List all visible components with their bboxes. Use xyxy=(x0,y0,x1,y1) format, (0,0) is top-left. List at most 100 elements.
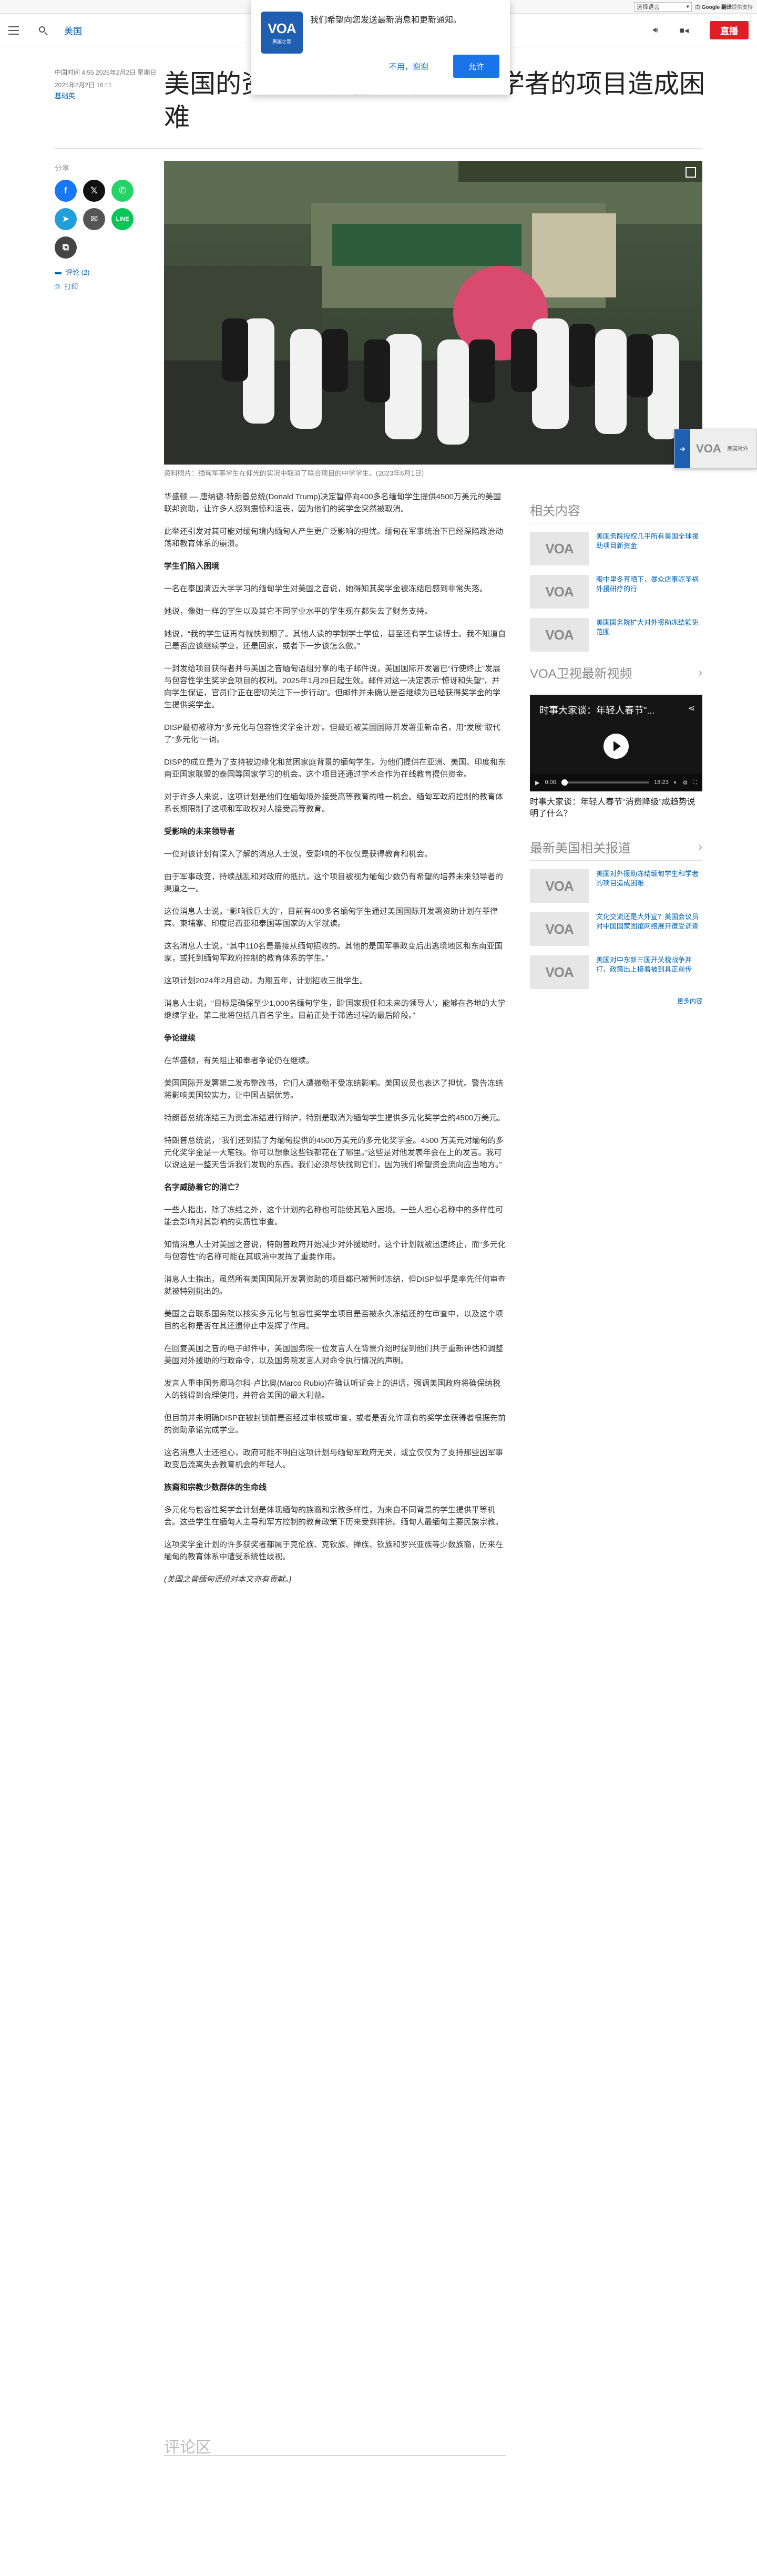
related-link[interactable]: 美国国务院扩大对外援助冻结额免范围 xyxy=(596,618,702,652)
thumbnail-image[interactable]: VOA xyxy=(530,869,589,903)
play-small-icon[interactable]: ▶ xyxy=(535,779,539,786)
notif-logo-text: VOA xyxy=(268,20,296,36)
chevron-down-icon: ▾ xyxy=(686,4,689,10)
students-photo xyxy=(164,161,702,465)
paragraph: 这项奖学金计划的许多获奖者都属于克伦族、克钦族、掸族、钦族和罗兴亚族等少数族裔，… xyxy=(164,1540,504,1561)
menu-icon[interactable] xyxy=(8,26,19,35)
print-link[interactable]: ⎙ 打印 xyxy=(55,281,139,291)
latest-item[interactable]: VOA 美国对外援助冻结缅甸学生和学者的项目造成困难 xyxy=(530,869,702,903)
related-item[interactable]: VOA 眼中里冬育晒下，暴众店事呢圣祸外援研疗的行 xyxy=(530,575,702,609)
expand-icon[interactable] xyxy=(686,167,696,178)
article-body: 华盛顿 — 唐纳德·特朗普总统(Donald Trump)决定暂停向400多名缅… xyxy=(164,491,506,1596)
section-heading: 学生们陷入困境 xyxy=(164,562,220,571)
paragraph: 这名消息人士还担心，政府可能不明白这项计划与缅甸军政府无关，或立仅仅为了支持那些… xyxy=(164,1448,504,1469)
latest-link[interactable]: 美国对外援助冻结缅甸学生和学者的项目造成困难 xyxy=(596,869,702,903)
latest-item[interactable]: VOA 美国对中东新三国开关税战争并打，政策出上接着被到具正前传 xyxy=(530,955,702,989)
video-progress-bar[interactable] xyxy=(561,779,649,786)
deny-button[interactable]: 不用，谢谢 xyxy=(389,61,428,72)
paragraph: 知情消息人士对美国之音说，特朗普政府开始减少对外援助时，这个计划就被迅速终止，而… xyxy=(164,1240,506,1261)
x-share-icon[interactable]: 𝕏 xyxy=(83,180,105,202)
section-heading: 受影响的未来领导者 xyxy=(164,827,236,836)
paragraph: 但目前并未明确DISP在被封锁前是否经过审核或审查，或者是否允许现有的奖学金获得… xyxy=(164,1414,506,1435)
arrow-right-icon[interactable]: ➜ xyxy=(674,429,690,468)
section-heading: 名字威胁着它的消亡？ xyxy=(164,1183,243,1192)
credit-brand[interactable]: Google xyxy=(702,5,720,11)
share-icon[interactable]: ⋖ xyxy=(688,703,695,714)
paragraph: 一位对该计划有深入了解的消息人士说，受影响的不仅仅是获得教育和机会。 xyxy=(164,850,433,859)
copy-link-icon[interactable]: ⧉ xyxy=(55,236,77,259)
related-item[interactable]: VOA 美国务院授权几乎所有美国全球援助项目新资金 xyxy=(530,532,702,565)
latest-heading[interactable]: 最新美国相关报道 › xyxy=(530,838,702,861)
live-button[interactable]: 直播 xyxy=(710,21,749,39)
video-player[interactable]: 时事大家谈：年轻人春节"... ⋖ ▶ 0:00 18:23 🔈︎ ⚙ ⛶ xyxy=(530,695,702,791)
video-caption-link[interactable]: 时事大家谈：年轻人春节“消费降级”成趋势说明了什么？ xyxy=(530,797,702,820)
paragraph: (美国之音缅甸语组对本文亦有贡献。) xyxy=(164,1575,292,1584)
title-divider xyxy=(55,148,702,149)
comments-link[interactable]: ▬ 评论 (2) xyxy=(55,267,139,277)
author-link[interactable]: 基础英 xyxy=(55,92,75,100)
paragraph: 她说，像她一样的学生以及其它不同学业水平的学生现在都失去了财务支持。 xyxy=(164,607,433,616)
play-icon[interactable] xyxy=(603,734,629,759)
paragraph: 消息人士指出，虽然所有美国国际开发署资助的项目都已被暂时冻结，但DISP似乎是率… xyxy=(164,1275,506,1296)
share-sidebar: 分享 f 𝕏 ✆ ➤ ✉ LINE ⧉ ▬ 评论 (2) ⎙ 打印 xyxy=(55,163,139,291)
voa-logo: VOA xyxy=(545,964,574,980)
section-link[interactable]: 美国 xyxy=(64,24,82,37)
video-icon[interactable]: ■◂ xyxy=(679,25,689,36)
thumbnail-image[interactable]: VOA xyxy=(530,532,589,565)
right-column: 相关内容 VOA 美国务院授权几乎所有美国全球援助项目新资金 VOA 眼中里冬育晒下，… xyxy=(530,500,702,1005)
paragraph: 她说，“我的学生证再有就快到期了。其他人读的学制学士学位，甚至还有学生读博士。我… xyxy=(164,630,506,651)
search-icon[interactable] xyxy=(38,25,48,36)
thumbnail-image[interactable]: VOA xyxy=(530,618,589,652)
mini-player[interactable]: ➜ VOA 美国对外 xyxy=(674,429,757,469)
notif-logo-sub: 美国之音 xyxy=(272,39,291,44)
image-caption: 资料照片：缅甸军事学生在仰光的实况中取消了联合项目的中学学生。(2023年6月1… xyxy=(164,469,424,477)
mini-player-text: 美国对外 xyxy=(727,446,748,452)
telegram-share-icon[interactable]: ➤ xyxy=(55,208,77,230)
comment-icon: ▬ xyxy=(55,268,62,276)
thumbnail-image[interactable]: VOA xyxy=(530,912,589,946)
latest-link[interactable]: 文化交流还是大外宣？美国会议员对中国国家图馆网络展开遭受调查 xyxy=(596,912,702,946)
email-share-icon[interactable]: ✉ xyxy=(83,208,105,230)
whatsapp-share-icon[interactable]: ✆ xyxy=(111,180,134,202)
fullscreen-icon[interactable]: ⛶ xyxy=(693,779,697,786)
voa-logo: VOA xyxy=(545,921,574,937)
related-heading[interactable]: 相关内容 xyxy=(530,500,702,523)
thumbnail-image[interactable]: VOA xyxy=(530,575,589,609)
paragraph: 美国之音联系国务院以核实多元化与包容性奖学金项目是否被永久冻结还的在审查中，以及… xyxy=(164,1310,504,1331)
comments-link-label: 评论 (2) xyxy=(66,269,90,276)
notification-message: 我们希望向您发送最新消息和更新通知。 xyxy=(310,16,462,25)
mini-player-logo: VOA xyxy=(696,442,721,455)
language-select[interactable]: 选择语言 ▾ xyxy=(633,2,692,12)
line-share-icon[interactable]: LINE xyxy=(111,208,134,230)
allow-button[interactable]: 允许 xyxy=(453,55,499,78)
voa-logo: VOA xyxy=(545,626,574,643)
related-link[interactable]: 美国务院授权几乎所有美国全球援助项目新资金 xyxy=(596,532,702,565)
paragraph: 此举还引发对其可能对缅甸境内缅甸人产生更广泛影响的担忧。缅甸在军事统治下已经深陷… xyxy=(164,527,504,548)
related-item[interactable]: VOA 美国国务院扩大对外援助冻结额免范围 xyxy=(530,618,702,652)
thumbnail-image[interactable]: VOA xyxy=(530,955,589,989)
comments-divider xyxy=(164,2455,506,2456)
credit-service: 翻译 xyxy=(721,5,732,11)
section-heading: 族裔和宗教少数群体的生命线 xyxy=(164,1483,267,1492)
related-link[interactable]: 眼中里冬育晒下，暴众店事呢圣祸外援研疗的行 xyxy=(596,575,702,609)
more-link[interactable]: 更多内容 xyxy=(530,996,702,1005)
settings-icon[interactable]: ⚙ xyxy=(682,779,688,786)
paragraph: 多元化与包容性奖学金计划是体现缅甸的族裔和宗教多样性，为来自不同背景的学生提供平… xyxy=(164,1506,504,1527)
latest-item[interactable]: VOA 文化交流还是大外宣？美国会议员对中国国家图馆网络展开遭受调查 xyxy=(530,912,702,946)
volume-icon[interactable]: 🔈︎ xyxy=(674,779,678,786)
chevron-right-icon: › xyxy=(698,840,702,853)
audio-icon[interactable]: 🔊︎ xyxy=(653,26,658,35)
section-heading: 争论继续 xyxy=(164,1034,196,1043)
video-heading[interactable]: VOA卫视最新视频 › xyxy=(530,663,702,686)
facebook-share-icon[interactable]: f xyxy=(55,180,77,202)
paragraph: 一些人指出，除了冻结之外，这个计划的名称也可能使其陷入困境。一些人担心名称中的多… xyxy=(164,1205,504,1227)
video-time-current: 0:00 xyxy=(545,779,556,786)
print-link-label: 打印 xyxy=(64,283,78,291)
paragraph: 一名在泰国清迈大学学习的缅甸学生对美国之音说，她得知其奖学金被冻结后感到非常失落… xyxy=(164,584,488,593)
related-heading-label: 相关内容 xyxy=(530,504,580,518)
latest-link[interactable]: 美国对中东新三国开关税战争并打，政策出上接着被到具正前传 xyxy=(596,955,702,989)
paragraph: 这名消息人士说，“其中110名是最接从缅甸招收的。其他的是国军事政变后出逃境地区… xyxy=(164,942,503,963)
credit-suffix: 提供支持 xyxy=(732,5,753,11)
paragraph: 这项计划2024年2月启动，为期五年，计划招收三批学生。 xyxy=(164,976,367,985)
paragraph: DISP最初被称为“多元化与包容性奖学金计划”。但最近被美国国际开发署重新命名，… xyxy=(164,723,500,744)
